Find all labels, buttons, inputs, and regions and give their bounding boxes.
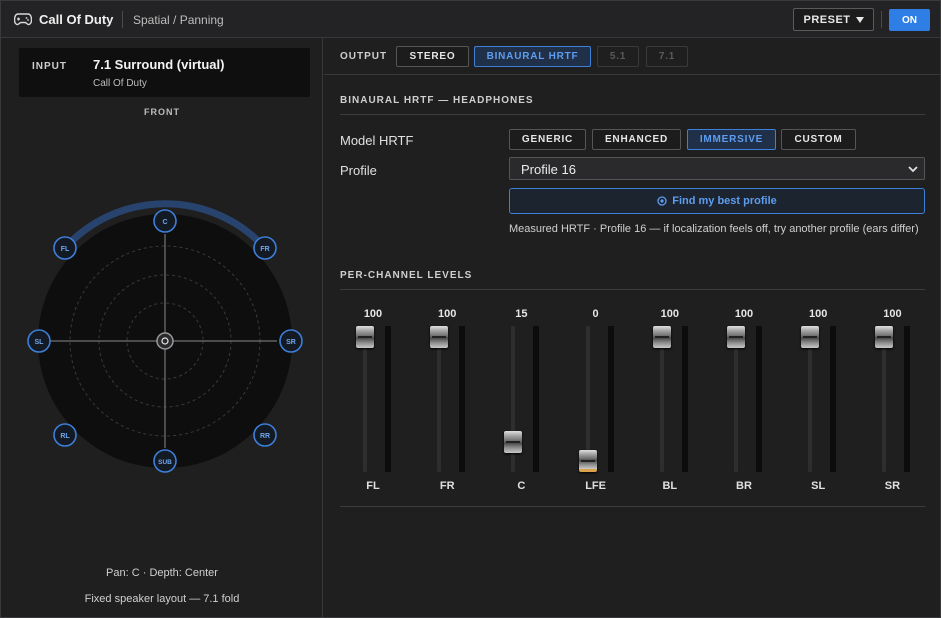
levels-section-title: PER-CHANNEL LEVELS	[340, 270, 473, 281]
speaker-label: RR	[260, 433, 270, 440]
channel-level-value: 100	[438, 308, 457, 320]
level-meter	[904, 326, 911, 472]
speaker-c[interactable]: C	[153, 209, 177, 233]
channel-level-value: 100	[734, 308, 754, 320]
level-meter	[607, 326, 614, 472]
level-meter	[533, 326, 540, 472]
title-bar: Call Of Duty Spatial / Panning PRESET ON	[1, 1, 940, 38]
model-custom-button[interactable]: CUSTOM	[781, 129, 856, 150]
profile-note: Measured HRTF · Profile 16 — if localiza…	[509, 223, 919, 235]
channel-name: FR	[439, 480, 455, 492]
profile-value: Profile 16	[521, 162, 576, 177]
channel-name: BR	[736, 480, 752, 492]
channel-name: SR	[884, 480, 901, 492]
channel-name: BL	[662, 480, 678, 492]
model-enhanced-button[interactable]: ENHANCED	[592, 129, 681, 150]
channel-level-value: 100	[363, 308, 383, 320]
level-meter	[756, 326, 762, 472]
level-meter	[681, 326, 688, 472]
mode-binaural-button[interactable]: BINAURAL HRTF	[474, 46, 591, 67]
fader-knob[interactable]	[356, 326, 374, 348]
breadcrumb: Spatial / Panning	[133, 13, 224, 27]
title-divider	[122, 11, 123, 28]
layout-info: Fixed speaker layout — 7.1 fold	[84, 593, 240, 605]
channel-level-value: 0	[592, 308, 599, 320]
speaker-label: RL	[60, 433, 70, 440]
speaker-label: FL	[61, 246, 70, 253]
surround-panner[interactable]: C FL FR SL SR RL RR SUB	[1, 38, 323, 558]
channel-name: C	[517, 480, 526, 492]
fader-knob[interactable]	[727, 326, 745, 348]
channel-name: FL	[366, 480, 380, 492]
fader-knob[interactable]	[504, 431, 523, 454]
speaker-label: SL	[35, 339, 45, 346]
speaker-sl[interactable]: SL	[27, 329, 51, 353]
levels-divider	[340, 506, 925, 507]
preset-button[interactable]: PRESET	[793, 8, 874, 31]
app-title: Call Of Duty	[39, 12, 114, 27]
model-hrtf-label: Model HRTF	[340, 133, 414, 148]
output-label: OUTPUT	[340, 51, 388, 62]
level-meter	[459, 326, 466, 472]
output-panel: OUTPUT STEREO BINAURAL HRTF 5.1 7.1 BINA…	[324, 38, 940, 617]
fader-knob[interactable]	[801, 326, 820, 348]
channel-name: SL	[811, 480, 826, 492]
channel-name: LFE	[585, 480, 606, 492]
hrtf-section-title: BINAURAL HRTF — HEADPHONES	[340, 95, 534, 106]
speaker-rr[interactable]: RR	[253, 423, 277, 447]
panner-panel: INPUT 7.1 Surround (virtual) Call Of Dut…	[1, 38, 323, 617]
speaker-label: SUB	[158, 459, 172, 466]
channel-level-value: 100	[660, 308, 679, 320]
profile-label: Profile	[340, 163, 377, 178]
speaker-rl[interactable]: RL	[53, 423, 77, 447]
mode-7-1-button[interactable]: 7.1	[646, 46, 688, 67]
speaker-label: SR	[286, 339, 296, 346]
speaker-label: FR	[260, 246, 269, 253]
fader-knob[interactable]	[430, 326, 449, 348]
power-toggle-button[interactable]: ON	[889, 9, 930, 31]
caret-down-icon	[855, 16, 864, 23]
fader-knob[interactable]	[652, 326, 671, 348]
fader-knob[interactable]	[578, 450, 597, 472]
level-meter	[385, 326, 391, 472]
profile-select[interactable]: Profile 16	[509, 157, 925, 180]
section-divider	[340, 114, 925, 115]
speaker-sr[interactable]: SR	[279, 329, 303, 353]
pan-readout: Pan: C · Depth: Center	[106, 567, 218, 579]
channel-level-value: 100	[883, 308, 902, 320]
spatial-panning-window: Call Of Duty Spatial / Panning PRESET ON…	[0, 0, 941, 618]
chevron-down-icon	[908, 166, 918, 173]
gamepad-icon	[14, 13, 32, 26]
channel-level-value: 100	[809, 308, 828, 320]
mode-stereo-button[interactable]: STEREO	[396, 46, 469, 67]
model-immersive-button[interactable]: IMMERSIVE	[687, 129, 776, 150]
preset-label: PRESET	[803, 13, 851, 26]
speaker-label: C	[162, 219, 167, 226]
speaker-fl[interactable]: FL	[53, 236, 77, 260]
level-meter	[830, 326, 837, 472]
find-best-profile-label: Find my best profile	[672, 195, 777, 207]
output-mode-row: OUTPUT STEREO BINAURAL HRTF 5.1 7.1	[324, 38, 940, 75]
title-divider-2	[881, 11, 882, 28]
fader-knob[interactable]	[875, 326, 894, 348]
model-generic-button[interactable]: GENERIC	[509, 129, 586, 150]
section-divider	[340, 289, 925, 290]
speaker-fr[interactable]: FR	[253, 236, 277, 260]
target-icon	[657, 196, 667, 206]
mode-5-1-button[interactable]: 5.1	[597, 46, 639, 67]
speaker-sub[interactable]: SUB	[153, 449, 177, 473]
find-best-profile-button[interactable]: Find my best profile	[509, 188, 925, 214]
channel-level-value: 15	[515, 308, 528, 320]
pan-puck[interactable]	[156, 332, 174, 350]
